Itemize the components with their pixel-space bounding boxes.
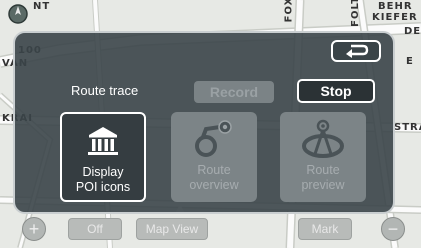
plus-icon: +	[28, 219, 40, 239]
zoom-out-button[interactable]: −	[381, 217, 405, 241]
button-label-line2: POI icons	[75, 180, 131, 194]
record-button[interactable]: Record	[194, 81, 274, 103]
stop-button[interactable]: Stop	[297, 79, 375, 103]
route-trace-dialog: Route trace Record Stop Display POI icon…	[13, 31, 395, 214]
back-button[interactable]	[331, 40, 381, 62]
button-label-line2: overview	[189, 178, 239, 192]
map-view-button[interactable]: Map View	[136, 218, 208, 240]
off-button[interactable]: Off	[68, 218, 122, 240]
map-label: KIEFER	[372, 12, 418, 23]
route-overview-icon	[195, 120, 232, 157]
mark-label: Mark	[311, 222, 339, 236]
map-label: BEHR	[378, 1, 413, 12]
map-label: STRA	[394, 122, 421, 133]
route-preview-icon	[302, 119, 344, 158]
minus-icon: −	[387, 219, 399, 239]
route-trace-label: Route trace	[71, 83, 139, 98]
building-icon	[88, 127, 118, 155]
display-poi-icons-button[interactable]: Display POI icons	[60, 112, 146, 202]
mark-button[interactable]: Mark	[298, 218, 352, 240]
map-label: NT	[33, 1, 51, 12]
stop-label: Stop	[320, 83, 352, 99]
route-overview-button[interactable]: Route overview	[171, 112, 257, 202]
button-label-line1: Route	[306, 163, 340, 177]
route-preview-button[interactable]: Route preview	[280, 112, 366, 202]
map-label: DER	[404, 26, 421, 37]
zoom-in-button[interactable]: +	[22, 217, 46, 241]
map-view-label: Map View	[145, 222, 199, 236]
off-label: Off	[87, 222, 103, 236]
map-label: E	[406, 56, 414, 67]
button-label-line2: preview	[301, 178, 345, 192]
return-arrow-icon	[346, 44, 369, 58]
record-label: Record	[209, 84, 259, 100]
navigation-screen: NT 100 VAN KRAI FOX FOLTE BEHR KIEFER ST…	[0, 0, 421, 248]
button-label-line1: Route	[197, 163, 231, 177]
button-label-line1: Display	[82, 165, 124, 179]
map-label: FOLTE	[349, 0, 361, 27]
map-label: FOX	[283, 0, 295, 23]
